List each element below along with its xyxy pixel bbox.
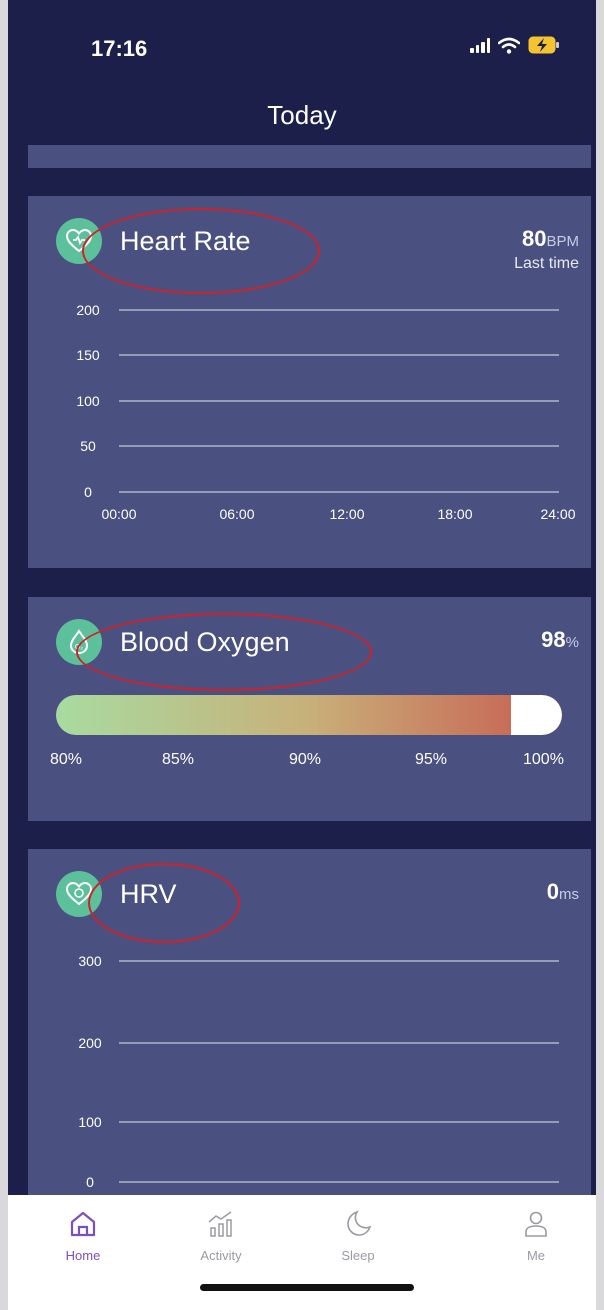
- previous-card-edge: [28, 145, 591, 168]
- cellular-signal-icon: [470, 37, 490, 53]
- tab-me[interactable]: Me: [496, 1209, 576, 1263]
- blood-oxygen-unit: %: [565, 634, 579, 651]
- y-tick-label: 100: [76, 393, 100, 409]
- tab-label: Activity: [200, 1248, 242, 1263]
- heart-rate-card[interactable]: Heart Rate 80BPM Last time 200 150 100 5…: [28, 196, 591, 568]
- status-bar: 17:16: [8, 0, 596, 92]
- red-annotation-ellipse: [82, 208, 320, 294]
- tab-sleep[interactable]: Sleep: [318, 1209, 398, 1263]
- tab-label: Me: [526, 1248, 546, 1263]
- y-tick-label: 0: [84, 484, 92, 500]
- scale-label: 100%: [523, 751, 564, 768]
- x-tick-label: 00:00: [101, 506, 136, 522]
- scale-label: 95%: [415, 751, 448, 768]
- person-icon: [525, 1211, 547, 1237]
- blood-oxygen-value: 98%: [541, 627, 579, 653]
- x-tick-label: 06:00: [219, 506, 254, 522]
- blood-oxygen-card[interactable]: O₂ Blood Oxygen 98% 80% 85% 90% 95% 100%: [28, 597, 591, 821]
- status-time: 17:16: [91, 36, 148, 61]
- page-title: Today: [267, 100, 337, 130]
- blood-oxygen-scale: 80% 85% 90% 95% 100%: [28, 751, 591, 773]
- y-tick-label: 200: [76, 302, 100, 318]
- y-tick-label: 100: [78, 1114, 102, 1130]
- wifi-icon: [498, 37, 520, 54]
- home-icon: [70, 1211, 96, 1237]
- blood-oxygen-bar-remainder: [511, 695, 562, 735]
- battery-charging-icon: [528, 36, 559, 54]
- scale-label: 80%: [50, 751, 83, 768]
- scale-label: 90%: [289, 751, 322, 768]
- app-screen: 17:16 Today Heart Rate 80BPM Last time 2…: [8, 0, 596, 1310]
- blood-oxygen-number: 98: [541, 627, 566, 652]
- hrv-card[interactable]: HRV 0ms 300 200 100 0: [28, 849, 591, 1195]
- y-tick-label: 300: [78, 953, 102, 969]
- x-tick-label: 18:00: [437, 506, 472, 522]
- x-tick-label: 24:00: [540, 506, 575, 522]
- tab-activity[interactable]: Activity: [181, 1209, 261, 1263]
- bottom-tab-bar: Home Activity Sleep Me: [8, 1195, 596, 1310]
- y-tick-label: 0: [86, 1174, 94, 1190]
- tab-label: Home: [65, 1248, 101, 1263]
- y-tick-label: 50: [80, 438, 96, 454]
- home-indicator[interactable]: [200, 1284, 414, 1291]
- y-tick-label: 200: [78, 1035, 102, 1051]
- x-tick-label: 12:00: [329, 506, 364, 522]
- y-tick-label: 150: [76, 347, 100, 363]
- status-icons: [470, 36, 560, 54]
- blood-oxygen-level-bar: [56, 695, 562, 735]
- scale-label: 85%: [162, 751, 195, 768]
- heart-rate-gridlines: [119, 309, 559, 493]
- tab-home[interactable]: Home: [43, 1209, 123, 1263]
- red-annotation-ellipse: [88, 863, 240, 943]
- tab-label: Sleep: [341, 1248, 375, 1263]
- red-annotation-ellipse: [76, 613, 372, 691]
- activity-icon: [208, 1211, 232, 1237]
- moon-icon: [347, 1210, 372, 1236]
- hrv-gridlines: [119, 960, 559, 1183]
